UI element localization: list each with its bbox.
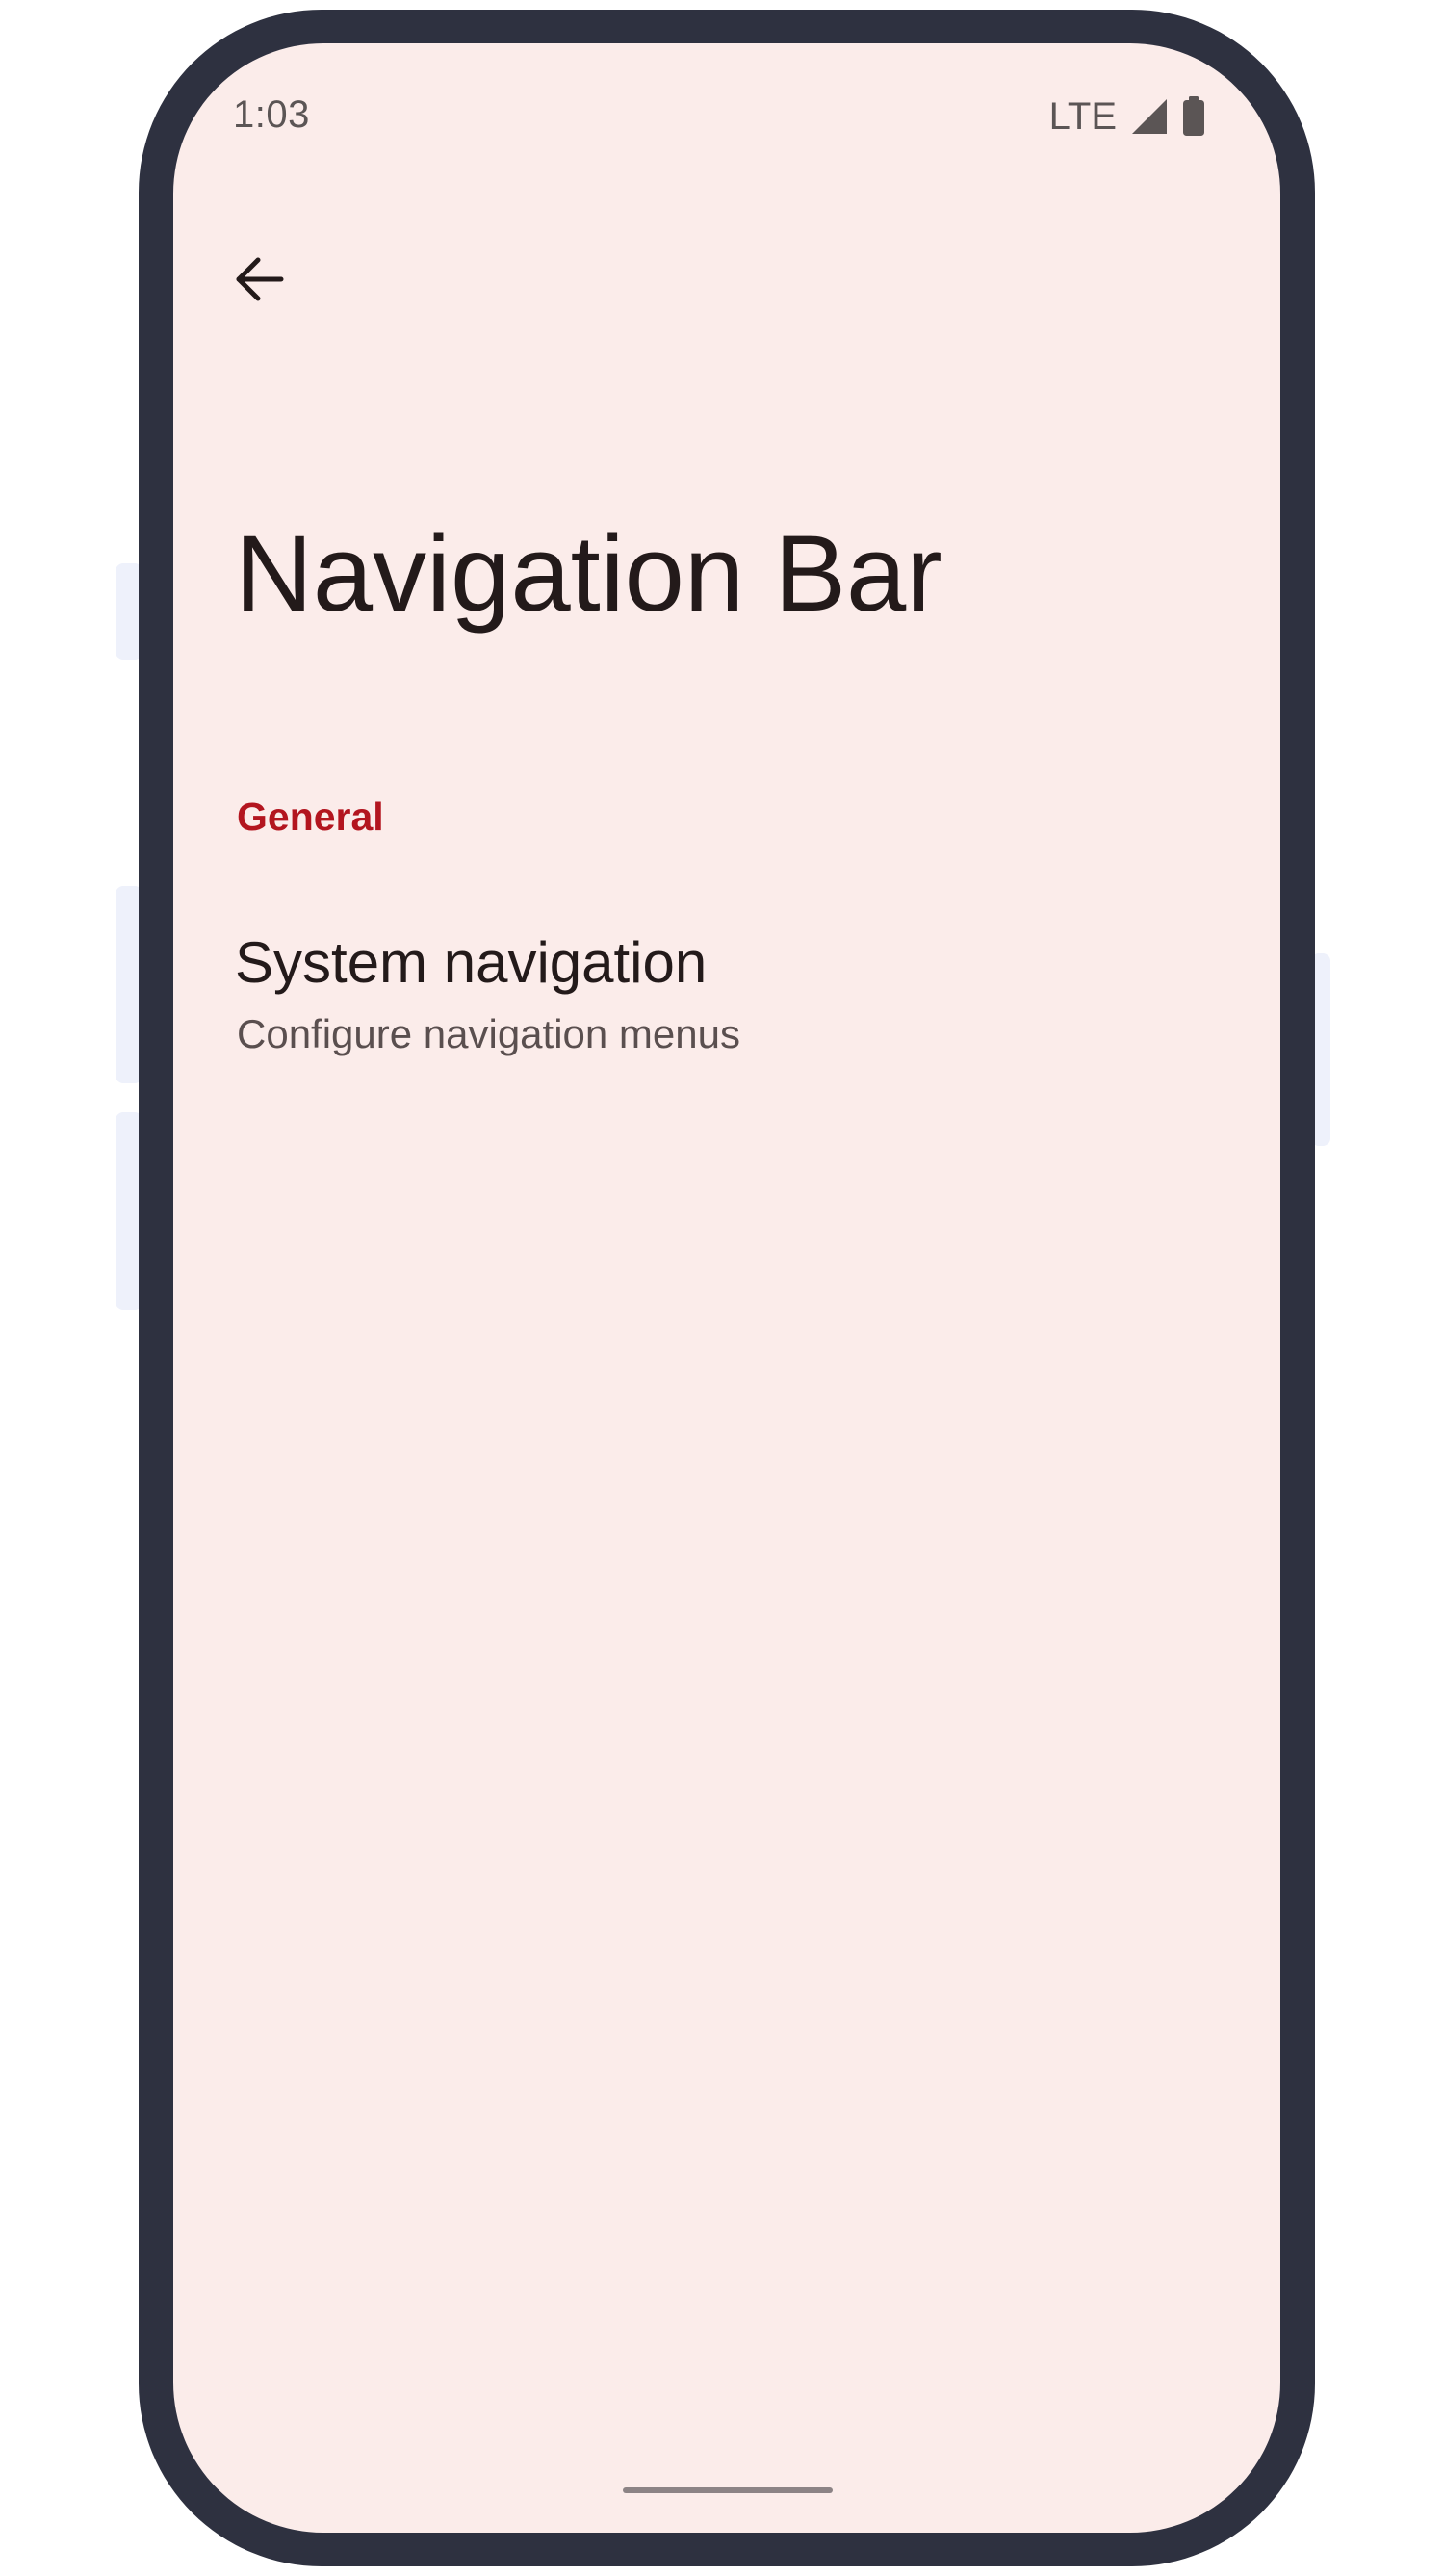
phone-screen: 1:03 LTE Navigation Bar General System n… — [173, 43, 1280, 2533]
status-icons: LTE — [1049, 93, 1205, 140]
status-bar: 1:03 LTE — [173, 43, 1280, 188]
device-stage: 1:03 LTE Navigation Bar General System n… — [0, 0, 1444, 2576]
cellular-signal-icon — [1130, 97, 1169, 136]
network-type: LTE — [1048, 94, 1117, 138]
pref-title: System navigation — [235, 930, 708, 995]
pref-summary: Configure navigation menus — [237, 1011, 740, 1056]
section-header-general: General — [237, 794, 384, 839]
back-button[interactable] — [212, 231, 308, 327]
status-time: 1:03 — [233, 93, 310, 136]
system-navigation-item[interactable]: System navigation Configure navigation m… — [173, 900, 1280, 1083]
home-gesture-handle[interactable] — [623, 2487, 833, 2493]
page-title: Navigation Bar — [235, 513, 942, 634]
back-arrow-icon — [233, 252, 287, 306]
battery-icon — [1182, 96, 1205, 137]
